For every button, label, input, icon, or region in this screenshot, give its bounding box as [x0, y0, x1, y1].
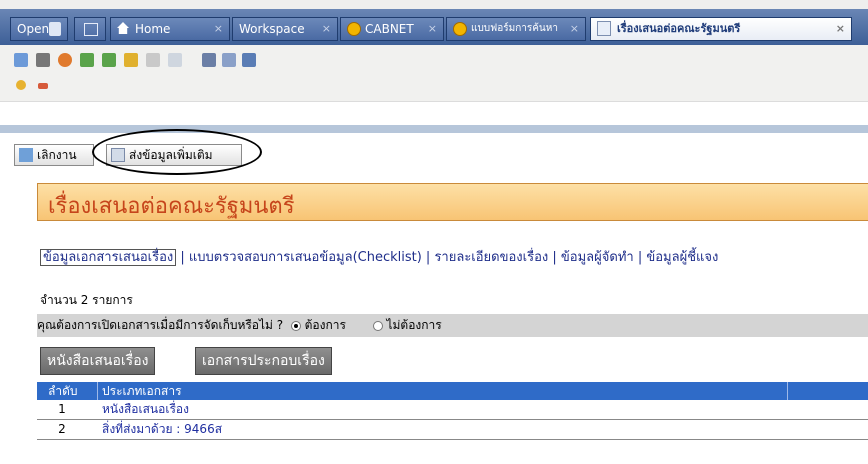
- proposal-letter-button[interactable]: หนังสือเสนอเรื่อง: [40, 347, 156, 375]
- print-icon[interactable]: [36, 53, 50, 67]
- toolbar-primary: [0, 45, 868, 75]
- subtab-presenter[interactable]: ข้อมูลผู้ชี้แจง: [646, 250, 718, 265]
- find-icon[interactable]: [202, 53, 216, 67]
- radio-yes[interactable]: [290, 320, 301, 331]
- radio-no-label: ไม่ต้องการ: [386, 318, 442, 332]
- backward-icon[interactable]: [102, 53, 116, 67]
- table-row: 2 สิ่งที่ส่งมาด้วย : 9466ส: [37, 420, 868, 440]
- cabnet-icon: [453, 22, 467, 36]
- status-icon: [38, 83, 48, 89]
- windows-icon: [84, 23, 98, 36]
- close-icon[interactable]: ×: [428, 18, 437, 40]
- radio-no[interactable]: [372, 320, 383, 331]
- cancel-work-button[interactable]: เลิกงาน: [14, 144, 94, 166]
- page-title-bar: เรื่องเสนอต่อคณะรัฐมนตรี: [37, 183, 868, 221]
- edit-icon[interactable]: [222, 53, 236, 67]
- close-icon[interactable]: ×: [322, 18, 331, 40]
- home-icon: [117, 22, 129, 34]
- close-icon[interactable]: ×: [570, 18, 579, 40]
- flow-icon[interactable]: [16, 80, 26, 90]
- open-document-question: คุณต้องการเปิดเอกสารเมื่อมีการจัดเก็บหรื…: [37, 314, 868, 337]
- tab-home[interactable]: Home ×: [110, 17, 230, 41]
- column-header-type: ประเภทเอกสาร: [102, 384, 182, 398]
- subtab-bar: ข้อมูลเอกสารเสนอเรื่อง | แบบตรวจสอบการเส…: [40, 246, 868, 266]
- supporting-documents-button[interactable]: เอกสารประกอบเรื่อง: [195, 347, 332, 375]
- radio-yes-label: ต้องการ: [304, 318, 346, 332]
- document-icon: [597, 21, 611, 36]
- forward-icon[interactable]: [80, 53, 94, 67]
- subtab-details[interactable]: รายละเอียดของเรื่อง: [434, 250, 548, 265]
- question-text: คุณต้องการเปิดเอกสารเมื่อมีการจัดเก็บหรื…: [37, 318, 284, 332]
- tab-search-form[interactable]: แบบฟอร์มการค้นหา ×: [446, 17, 586, 41]
- row-number: 1: [58, 402, 66, 416]
- cabnet-icon: [347, 22, 361, 36]
- export-icon[interactable]: [124, 53, 138, 67]
- view-icon[interactable]: [242, 53, 256, 67]
- tab-bar: Open Home × Workspace × CABNET × แบบฟอร์…: [0, 9, 868, 45]
- new-icon[interactable]: [14, 53, 28, 67]
- subtab-checklist[interactable]: แบบตรวจสอบการเสนอข้อมูล(Checklist): [189, 250, 422, 265]
- download-icon: [49, 22, 61, 36]
- tab-workspace[interactable]: Workspace ×: [232, 17, 338, 41]
- toolbar-secondary: [0, 75, 868, 102]
- cancel-icon[interactable]: [58, 53, 72, 67]
- highlight-oval: [92, 129, 262, 175]
- close-icon[interactable]: ×: [836, 18, 845, 40]
- close-icon[interactable]: ×: [214, 18, 223, 40]
- restore-button[interactable]: [74, 17, 106, 41]
- document-link[interactable]: หนังสือเสนอเรื่อง: [102, 400, 189, 419]
- open-button[interactable]: Open: [10, 17, 68, 41]
- table-row: 1 หนังสือเสนอเรื่อง: [37, 400, 868, 420]
- exit-icon: [19, 148, 33, 162]
- table-header: ลำดับ ประเภทเอกสาร: [37, 382, 868, 400]
- column-header-no: ลำดับ: [48, 384, 78, 398]
- row-number: 2: [58, 422, 66, 436]
- document-link[interactable]: สิ่งที่ส่งมาด้วย : 9466ส: [102, 420, 222, 439]
- subtab-document-info[interactable]: ข้อมูลเอกสารเสนอเรื่อง: [40, 249, 177, 266]
- tab-cabnet[interactable]: CABNET ×: [340, 17, 444, 41]
- page-title: เรื่องเสนอต่อคณะรัฐมนตรี: [48, 194, 295, 219]
- menu-bar: [0, 0, 868, 9]
- tab-cabinet-proposal[interactable]: เรื่องเสนอต่อคณะรัฐมนตรี ×: [590, 17, 852, 41]
- subtab-preparer[interactable]: ข้อมูลผู้จัดทำ: [561, 250, 634, 265]
- item-count: จำนวน 2 รายการ: [40, 293, 133, 307]
- add-icon[interactable]: [146, 53, 160, 67]
- remove-icon[interactable]: [168, 53, 182, 67]
